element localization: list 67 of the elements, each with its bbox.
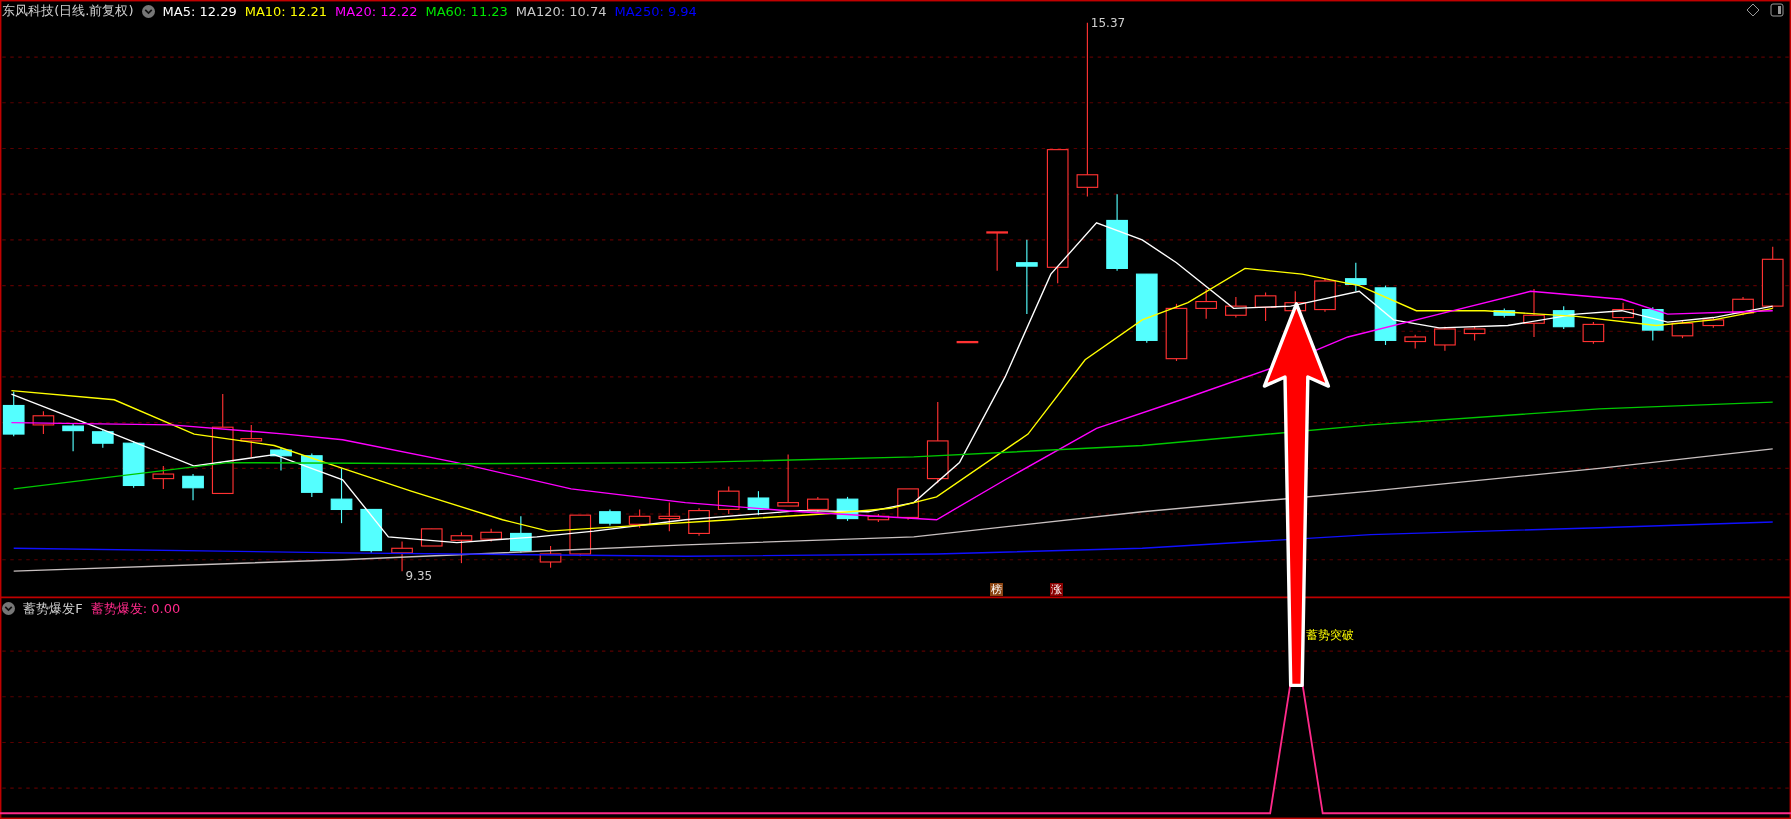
moving-average-value: MA20: 12.22: [335, 3, 418, 19]
candlestick: [986, 231, 1008, 272]
candlestick: [450, 531, 473, 564]
candlestick: [1493, 307, 1516, 319]
chart-title: 东风科技(日线.前复权): [2, 2, 134, 21]
candlestick: [1195, 288, 1218, 320]
diamond-icon[interactable]: [1746, 3, 1761, 18]
moving-average-value: MA120: 10.74: [515, 3, 607, 19]
candlestick: [897, 488, 919, 521]
candlestick: [2, 391, 25, 437]
candlestick: [1225, 296, 1247, 319]
candlestick: [91, 428, 114, 449]
candlestick: [122, 440, 145, 489]
candlestick: [956, 340, 979, 344]
indicator-title: 蓄势爆发F: [23, 599, 83, 618]
candlestick: [599, 508, 621, 526]
arrow-icon: [1262, 302, 1331, 688]
candlestick: [1641, 306, 1664, 341]
candlestick: [747, 490, 770, 516]
chart-badge: 涨: [1049, 582, 1063, 596]
candlestick: [391, 540, 413, 572]
candlestick: [32, 410, 55, 435]
candlestick: [1135, 273, 1158, 344]
moving-average-value: MA60: 11.23: [425, 3, 508, 19]
candlestick: [1761, 246, 1784, 309]
candlestick: [777, 454, 799, 507]
candlestick: [360, 508, 383, 554]
candlestick: [510, 515, 532, 554]
candlestick: [806, 496, 829, 513]
moving-average-value: MA250: 9.94: [614, 3, 697, 19]
candlestick: [1165, 303, 1188, 362]
candlestick: [152, 465, 175, 490]
candlestick: [182, 473, 204, 501]
candlestick: [1702, 317, 1725, 329]
candlestick: [270, 447, 292, 472]
high-price-label: 15.37: [1090, 16, 1126, 30]
moving-average-value: MA5: 12.29: [162, 3, 237, 19]
candlestick: [1463, 326, 1486, 341]
candlestick: [1254, 291, 1277, 322]
candlestick: [1523, 288, 1545, 338]
low-price-label: 9.35: [405, 568, 433, 583]
candlestick: [717, 486, 740, 515]
candlestick: [1552, 305, 1575, 330]
chart-badge: 榜: [990, 582, 1004, 596]
candlestick: [1314, 278, 1336, 313]
candlestick: [867, 513, 890, 523]
moving-average-value: MA10: 12.21: [244, 3, 328, 19]
candlestick: [420, 528, 443, 547]
chevron-down-icon[interactable]: [2, 602, 16, 616]
candlestick: [1612, 302, 1634, 321]
candlestick: [539, 545, 562, 569]
candlestick: [628, 508, 651, 529]
candlestick: [480, 528, 502, 542]
candlestick: [62, 423, 84, 452]
candlestick: [1404, 334, 1427, 349]
candlestick: [1374, 285, 1397, 346]
chevron-down-icon[interactable]: [141, 4, 155, 18]
indicator-value: 蓄势爆发: 0.00: [90, 599, 181, 618]
candlestick: [240, 424, 263, 458]
signal-label: 蓄势突破: [1305, 627, 1354, 645]
candlestick: [330, 467, 353, 524]
panel-toggle-icon[interactable]: [1770, 3, 1785, 18]
candlestick: [1582, 321, 1605, 345]
candlestick: [658, 502, 681, 532]
candlestick: [1434, 326, 1456, 352]
candlestick: [1344, 262, 1367, 292]
candlestick: [1671, 320, 1694, 339]
